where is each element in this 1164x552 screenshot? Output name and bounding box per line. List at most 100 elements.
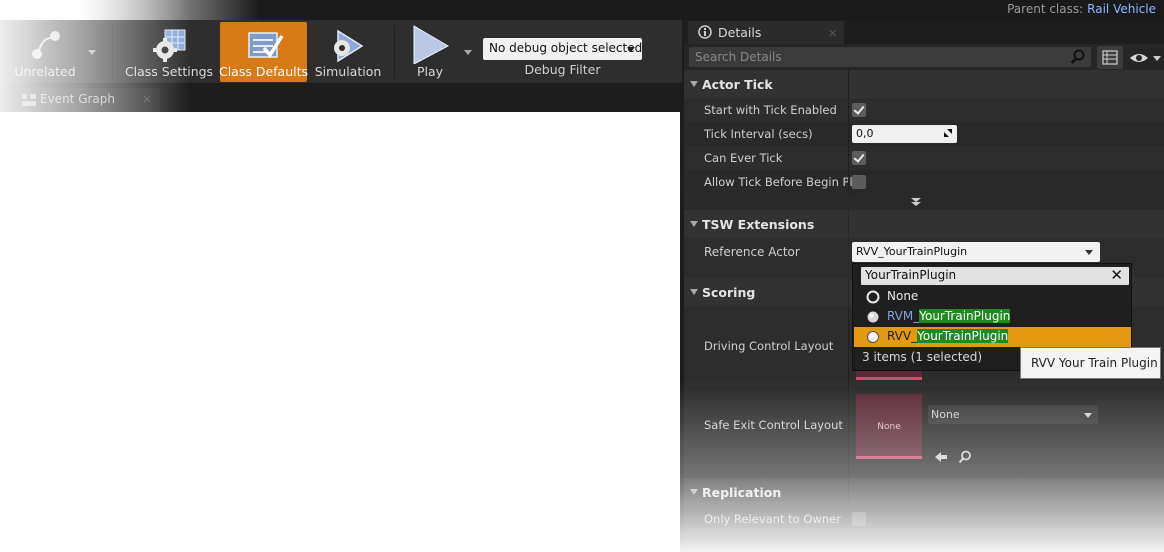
details-tab-bar: Details × <box>684 20 1164 44</box>
start-with-tick-enabled-checkbox[interactable] <box>852 103 866 117</box>
search-details-input[interactable]: Search Details <box>689 47 1091 67</box>
spinner-arrows-icon[interactable] <box>944 129 952 137</box>
property-row: Safe Exit Control Layout None <box>684 386 1164 476</box>
property-row: Only Relevant to Owner <box>684 506 1164 532</box>
unrelated-label: Unrelated <box>14 64 76 79</box>
only-relevant-to-owner-checkbox[interactable] <box>852 512 866 526</box>
dropdown-filter-input[interactable]: YourTrainPlugin ✕ <box>861 267 1129 285</box>
unrelated-dropdown-icon[interactable] <box>88 50 96 55</box>
close-icon[interactable]: × <box>142 92 152 106</box>
event-graph-icon <box>22 94 36 106</box>
tick-interval-input[interactable]: 0,0 <box>852 125 957 143</box>
use-selected-arrow-icon[interactable] <box>934 451 948 463</box>
dropdown-option-rvm[interactable]: RVM_YourTrainPlugin <box>854 307 1131 327</box>
dropdown-option-none[interactable]: None <box>854 287 1131 307</box>
item-count-text: 3 items (1 selected) <box>862 350 983 364</box>
editor-toolbar: Unrelated Class Settings Class Defaults … <box>0 20 682 84</box>
reference-actor-label: Reference Actor <box>704 245 800 259</box>
gear-icon <box>153 29 186 62</box>
property-matrix-button[interactable] <box>1097 46 1123 69</box>
parent-class-label: Parent class: <box>1007 2 1084 16</box>
class-defaults-label: Class Defaults <box>218 64 309 79</box>
allow-tick-before-begin-play-checkbox[interactable] <box>852 175 866 189</box>
category-replication[interactable]: Replication <box>684 478 1164 506</box>
debug-filter-label: Debug Filter <box>524 62 601 77</box>
tab-event-graph[interactable]: Event Graph × <box>10 88 160 112</box>
expand-triangle-icon <box>690 489 698 495</box>
details-icon <box>698 25 712 39</box>
option-match-highlight: YourTrainPlugin <box>919 309 1011 323</box>
expand-triangle-icon <box>690 221 698 227</box>
simulation-button[interactable]: Simulation <box>312 22 384 82</box>
property-row: Tick Interval (secs) 0,0 <box>684 122 1164 146</box>
class-settings-button[interactable]: Class Settings <box>124 22 214 82</box>
can-ever-tick-checkbox[interactable] <box>852 151 866 165</box>
property-row: Allow Tick Before Begin Play <box>684 170 1164 194</box>
play-button[interactable]: Play <box>404 22 456 82</box>
chevron-down-icon <box>627 47 635 52</box>
close-icon[interactable]: × <box>828 25 838 40</box>
dropdown-filter-text: YourTrainPlugin <box>865 268 957 282</box>
simulation-label: Simulation <box>314 64 382 79</box>
start-with-tick-enabled-label: Start with Tick Enabled <box>704 103 837 117</box>
reference-actor-select[interactable]: RVV_YourTrainPlugin <box>852 242 1100 262</box>
graph-nodes-icon <box>32 31 60 59</box>
safe-exit-control-layout-label: Safe Exit Control Layout <box>704 418 843 432</box>
radio-empty-icon <box>866 290 880 304</box>
simulation-icon <box>334 29 364 63</box>
title-strip: Parent class: Rail Vehicle <box>0 0 1164 20</box>
column-divider <box>848 70 849 194</box>
category-tsw-extensions-title: TSW Extensions <box>702 217 815 232</box>
asset-color-bar <box>856 456 922 459</box>
search-icon[interactable] <box>1070 49 1086 65</box>
tick-interval-label: Tick Interval (secs) <box>704 127 813 141</box>
category-actor-tick[interactable]: Actor Tick <box>684 70 1164 98</box>
toolbar-separator <box>112 26 113 78</box>
tab-details[interactable]: Details × <box>688 21 844 44</box>
option-label: None <box>887 289 919 303</box>
unrelated-button[interactable]: Unrelated <box>0 22 90 82</box>
event-graph-canvas[interactable] <box>0 112 680 552</box>
tooltip: RVV Your Train Plugin <box>1020 347 1161 379</box>
play-label: Play <box>416 64 444 79</box>
tick-interval-value: 0,0 <box>856 127 874 140</box>
asset-sphere-icon <box>867 331 879 343</box>
clear-filter-icon[interactable]: ✕ <box>1110 267 1123 284</box>
search-placeholder: Search Details <box>695 50 782 64</box>
safe-exit-control-layout-select[interactable]: None <box>928 405 1098 424</box>
thumbnail-none-text: None <box>877 422 901 432</box>
play-options-dropdown-icon[interactable] <box>464 50 472 55</box>
view-options-button[interactable] <box>1128 49 1162 67</box>
column-divider <box>848 306 849 476</box>
category-actor-tick-title: Actor Tick <box>702 77 773 92</box>
parent-class-info: Parent class: Rail Vehicle <box>1007 2 1156 16</box>
debug-object-select[interactable]: No debug object selected <box>483 38 642 60</box>
option-prefix: RVV_ <box>887 329 918 343</box>
column-divider <box>848 278 849 306</box>
chevron-down-icon <box>1084 413 1092 418</box>
asset-color-bar <box>856 377 922 380</box>
dropdown-option-rvv[interactable]: RVV_YourTrainPlugin <box>854 327 1131 347</box>
can-ever-tick-label: Can Ever Tick <box>704 151 783 165</box>
graph-tab-bar: Event Graph × <box>0 85 682 112</box>
browse-search-icon[interactable] <box>958 450 972 464</box>
class-settings-label: Class Settings <box>124 64 214 79</box>
blueprint-editor-window: Parent class: Rail Vehicle Unrelated Clas… <box>0 0 1164 552</box>
class-defaults-button[interactable]: Class Defaults <box>218 22 309 82</box>
driving-control-layout-label: Driving Control Layout <box>704 339 834 353</box>
parent-class-link[interactable]: Rail Vehicle <box>1087 2 1156 16</box>
safe-exit-control-layout-thumbnail[interactable]: None <box>856 394 922 459</box>
column-divider <box>848 478 849 506</box>
expand-triangle-icon <box>690 81 698 87</box>
toolbar-separator <box>394 26 395 78</box>
property-row: Can Ever Tick <box>684 146 1164 170</box>
category-replication-title: Replication <box>702 485 782 500</box>
category-scoring-title: Scoring <box>702 285 756 300</box>
asset-sphere-icon <box>867 311 879 323</box>
category-tsw-extensions[interactable]: TSW Extensions <box>684 210 1164 238</box>
play-icon <box>413 25 450 64</box>
property-row: Start with Tick Enabled <box>684 98 1164 122</box>
advanced-expander[interactable] <box>684 194 1164 210</box>
allow-tick-before-begin-play-label: Allow Tick Before Begin Play <box>704 175 867 189</box>
only-relevant-to-owner-label: Only Relevant to Owner <box>704 512 841 526</box>
